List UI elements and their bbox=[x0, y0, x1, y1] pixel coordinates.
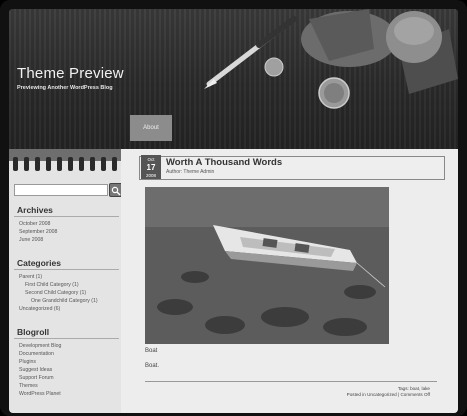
post-author: Author: Theme Admin bbox=[166, 169, 215, 175]
archives-divider bbox=[14, 216, 119, 217]
post-image-boat[interactable] bbox=[145, 187, 389, 344]
blogroll-link[interactable]: Suggest Ideas bbox=[19, 367, 52, 373]
categories-divider bbox=[14, 269, 119, 270]
post-category-comments[interactable]: Posted in Uncategorized | Comments Off bbox=[347, 392, 430, 397]
blogroll-link[interactable]: WordPress Planet bbox=[19, 391, 61, 397]
post-date-year: 2008 bbox=[145, 173, 156, 178]
header-decoration-image bbox=[204, 9, 458, 109]
blogroll-link[interactable]: Support Forum bbox=[19, 375, 54, 381]
post-date-day: 17 bbox=[146, 163, 156, 172]
post-date-month: Oct bbox=[147, 157, 155, 162]
blogroll-link[interactable]: Development Blog bbox=[19, 343, 61, 349]
blogroll-divider bbox=[14, 338, 119, 339]
site-description: Previewing Another WordPress Blog bbox=[17, 85, 113, 91]
category-link[interactable]: Parent (1) bbox=[19, 274, 42, 280]
site-header: Theme Preview Previewing Another WordPre… bbox=[9, 9, 458, 149]
nav-tab-about[interactable]: About bbox=[130, 115, 172, 141]
post-divider bbox=[145, 381, 437, 382]
blogroll-link[interactable]: Documentation bbox=[19, 351, 54, 357]
blogroll-heading: Blogroll bbox=[17, 327, 50, 337]
categories-heading: Categories bbox=[17, 258, 61, 268]
post-title[interactable]: Worth A Thousand Words bbox=[166, 157, 282, 168]
category-link[interactable]: One Grandchild Category (1) bbox=[31, 298, 98, 304]
blogroll-link[interactable]: Plugins bbox=[19, 359, 36, 365]
archive-link[interactable]: October 2008 bbox=[19, 221, 50, 227]
category-link[interactable]: First Child Category (1) bbox=[25, 282, 79, 288]
category-link[interactable]: Second Child Category (1) bbox=[25, 290, 86, 296]
window-frame: Theme Preview Previewing Another WordPre… bbox=[0, 0, 467, 416]
post-date-badge: Oct 17 2008 bbox=[141, 155, 161, 179]
site-title[interactable]: Theme Preview bbox=[17, 65, 124, 82]
archives-heading: Archives bbox=[17, 205, 53, 215]
archive-link[interactable]: September 2008 bbox=[19, 229, 57, 235]
search-input[interactable] bbox=[14, 184, 108, 196]
spiral-binding-decoration bbox=[9, 157, 129, 181]
post-tags[interactable]: Tags: boat, lake bbox=[398, 386, 430, 391]
blogroll-link[interactable]: Themes bbox=[19, 383, 38, 389]
image-caption: Boat bbox=[145, 348, 158, 354]
post-body: Boat. bbox=[145, 363, 160, 369]
category-link[interactable]: Uncategorized (6) bbox=[19, 306, 60, 312]
blog-page: Theme Preview Previewing Another WordPre… bbox=[9, 9, 458, 413]
archive-link[interactable]: June 2008 bbox=[19, 237, 43, 243]
